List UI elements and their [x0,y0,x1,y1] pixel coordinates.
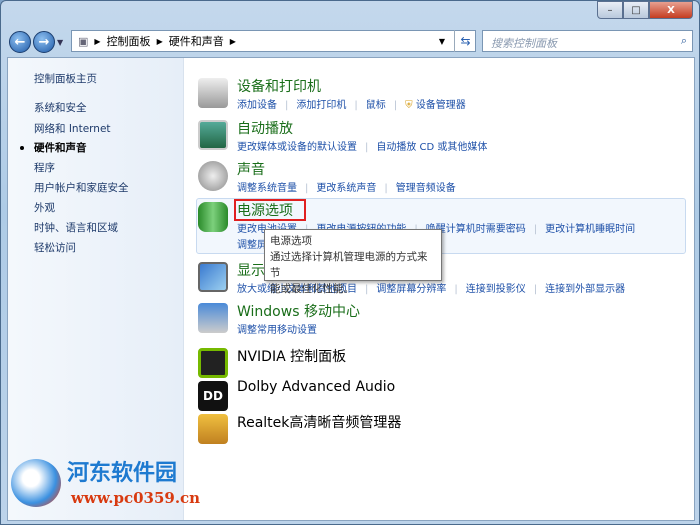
link[interactable]: 调整常用移动设置 [237,325,317,336]
autoplay-icon [198,120,228,150]
sidebar-item-appearance[interactable]: 外观 [34,200,55,215]
tooltip-line: 通过选择计算机管理电源的方式来节 [270,251,428,279]
tooltip-title: 电源选项 [270,235,312,247]
nav-buttons: ← → ▼ [9,31,63,53]
laptop-icon [198,303,228,333]
watermark-logo-icon [11,459,61,507]
link[interactable]: 管理音频设备 [396,183,456,194]
sidebar-item-network[interactable]: 网络和 Internet [34,121,111,136]
red-highlight-box [234,199,306,221]
maximize-button[interactable]: □ [623,1,649,19]
speaker-icon [198,161,228,191]
link[interactable]: 更改媒体或设备的默认设置 [237,142,357,153]
link[interactable]: 更改计算机睡眠时间 [545,224,635,235]
category-title[interactable]: 显示 [237,260,265,280]
search-input[interactable]: 搜索控制面板 ⌕ [482,30,693,52]
dolby-icon: DD [198,381,228,411]
category-title[interactable]: NVIDIA 控制面板 [237,346,346,366]
category-title[interactable]: 声音 [237,159,265,179]
minimize-button[interactable]: – [597,1,623,19]
recent-pages-icon[interactable]: ▼ [57,38,63,47]
dropdown-icon[interactable]: ▼ [439,37,445,46]
category-title[interactable]: 自动播放 [237,118,293,138]
search-icon[interactable]: ⌕ [681,34,687,48]
sidebar-item-programs[interactable]: 程序 [34,160,55,175]
category-title[interactable]: Dolby Advanced Audio [237,379,395,395]
back-button[interactable]: ← [9,31,31,53]
watermark-name: 河东软件园 [67,460,178,486]
caption-buttons: – □ X [597,1,693,19]
link[interactable]: 更改系统声音 [316,183,376,194]
control-panel-icon: ▣ [78,34,89,48]
chevron-icon[interactable]: ▶ [230,37,236,46]
chevron-icon[interactable]: ▶ [94,37,100,46]
link[interactable]: 调整屏 [237,240,267,251]
search-placeholder: 搜索控制面板 [491,37,557,50]
shield-icon: ⛨ [405,100,413,111]
category-title[interactable]: Realtek高清晰音频管理器 [237,412,401,432]
close-button[interactable]: X [649,1,693,19]
nvidia-icon [198,348,228,378]
printer-icon [198,78,228,108]
category-title[interactable]: 设备和打印机 [237,76,321,96]
link[interactable]: 连接到投影仪 [466,284,526,295]
tooltip: 电源选项 通过选择计算机管理电源的方式来节 能或最佳化性能。 [264,229,442,295]
sidebar-item-user-accounts[interactable]: 用户帐户和家庭安全 [34,180,129,195]
link[interactable]: 调整系统音量 [237,183,297,194]
content-area: 控制面板主页 系统和安全 网络和 Internet 硬件和声音 程序 用户帐户和… [7,57,695,521]
chevron-icon[interactable]: ▶ [157,37,163,46]
refresh-button[interactable]: ⇆ [454,30,476,52]
current-bullet [20,146,24,150]
address-bar[interactable]: ▣ ▶ 控制面板 ▶ 硬件和声音 ▶ ▼ [71,30,476,52]
link[interactable]: 添加设备 [237,100,277,111]
link[interactable]: 添加打印机 [296,100,346,111]
sidebar-item-system-security[interactable]: 系统和安全 [34,100,87,115]
realtek-icon [198,414,228,444]
link[interactable]: 自动播放 CD 或其他媒体 [376,142,487,153]
link[interactable]: 设备管理器 [416,100,466,111]
sidebar-item-ease-of-access[interactable]: 轻松访问 [34,240,76,255]
tooltip-line: 能或最佳化性能。 [270,283,354,295]
sidebar-item-clock-region[interactable]: 时钟、语言和区域 [34,220,118,235]
sidebar-item-hardware-sound[interactable]: 硬件和声音 [34,140,87,155]
breadcrumb-hardware-sound[interactable]: 硬件和声音 [169,33,224,49]
window: – □ X ← → ▼ ▣ ▶ 控制面板 ▶ 硬件和声音 ▶ ▼ ⇆ 搜索控制面… [0,0,700,525]
link[interactable]: 鼠标 [366,100,386,111]
category-title[interactable]: Windows 移动中心 [237,301,360,321]
watermark: 河东软件园 www.pc0359.cn [7,455,207,515]
monitor-icon [198,262,228,292]
watermark-url: www.pc0359.cn [71,489,201,507]
breadcrumb-control-panel[interactable]: 控制面板 [107,33,151,49]
link[interactable]: 连接到外部显示器 [545,284,625,295]
battery-icon [198,202,228,232]
forward-button[interactable]: → [33,31,55,53]
sidebar-item-home[interactable]: 控制面板主页 [34,71,97,86]
sidebar: 控制面板主页 系统和安全 网络和 Internet 硬件和声音 程序 用户帐户和… [8,58,184,520]
